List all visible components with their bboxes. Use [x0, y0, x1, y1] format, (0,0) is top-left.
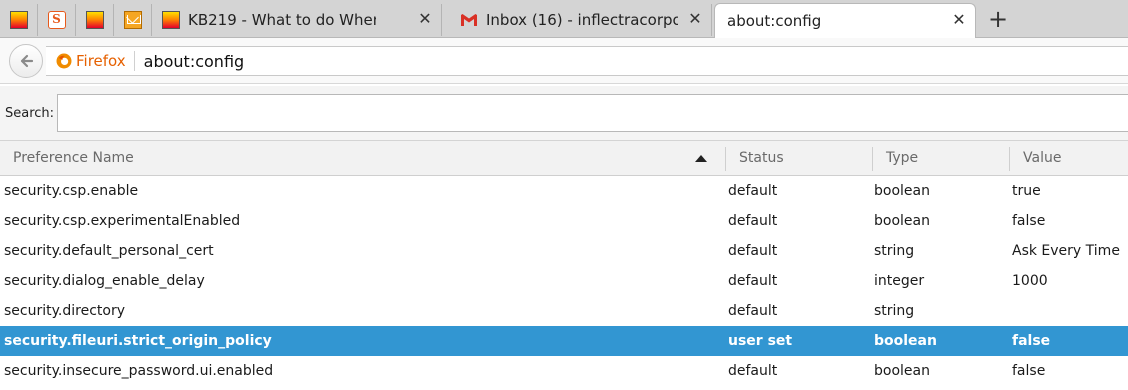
table-row-selected[interactable]: security.fileuri.strict_origin_policy us…	[0, 326, 1128, 356]
pref-name: security.csp.enable	[4, 183, 139, 199]
gmail-icon	[461, 14, 477, 26]
firefox-gradient-icon	[162, 11, 180, 29]
back-arrow-icon	[20, 54, 34, 68]
search-row: Search:	[0, 86, 1128, 140]
pinned-tab-4[interactable]	[114, 4, 152, 36]
mail-envelope-icon	[123, 11, 142, 29]
tab-about-config[interactable]: about:config ✕	[714, 3, 976, 38]
pref-status: default	[728, 183, 778, 199]
table-row[interactable]: security.insecure_password.ui.enabled de…	[0, 356, 1128, 386]
back-button[interactable]	[9, 44, 43, 78]
tab-inbox[interactable]: Inbox (16) - inflectracorpo... ✕	[450, 4, 712, 36]
pref-status: default	[728, 273, 778, 289]
search-label: Search:	[5, 106, 55, 121]
pref-type: boolean	[874, 183, 930, 199]
pref-type: boolean	[874, 363, 930, 379]
tab-title: KB219 - What to do When...	[188, 11, 376, 29]
pref-type: integer	[874, 273, 925, 289]
tab-title: Inbox (16) - inflectracorpo...	[486, 11, 678, 29]
pref-status: default	[728, 213, 778, 229]
sort-ascending-icon	[695, 155, 707, 162]
column-header-preference-name[interactable]: Preference Name	[0, 141, 712, 176]
table-header: Preference Name Status Type Value	[0, 140, 1128, 176]
pref-type: boolean	[874, 213, 930, 229]
table-row[interactable]: security.default_personal_cert default s…	[0, 236, 1128, 266]
pref-name: security.insecure_password.ui.enabled	[4, 363, 274, 379]
url-bar[interactable]: Firefox about:config	[46, 46, 1128, 76]
tab-title: about:config	[727, 12, 822, 30]
search-input[interactable]	[57, 94, 1128, 132]
new-tab-button[interactable]: +	[984, 6, 1012, 34]
table-row[interactable]: security.csp.enable default boolean true	[0, 176, 1128, 206]
identity-label[interactable]: Firefox	[76, 51, 135, 71]
table-row[interactable]: security.csp.experimentalEnabled default…	[0, 206, 1128, 236]
pref-value: false	[1012, 213, 1046, 229]
pref-value: true	[1012, 183, 1041, 199]
pref-status: default	[728, 363, 778, 379]
pref-type: string	[874, 243, 915, 259]
pref-status: default	[728, 303, 778, 319]
table-row[interactable]: security.dialog_enable_delay default int…	[0, 266, 1128, 296]
tab-kb219[interactable]: KB219 - What to do When... ✕	[152, 4, 442, 36]
close-icon[interactable]: ✕	[417, 11, 433, 27]
s-logo-icon: S	[47, 11, 66, 29]
table-row[interactable]: security.directory default string	[0, 296, 1128, 326]
preferences-table: Preference Name Status Type Value securi…	[0, 140, 1128, 386]
pref-status: default	[728, 243, 778, 259]
pref-type: string	[874, 303, 915, 319]
navigation-bar: Firefox about:config	[0, 38, 1128, 84]
pref-value: false	[1012, 333, 1051, 349]
firefox-logo-icon	[56, 53, 72, 69]
pinned-tab-1[interactable]	[0, 4, 38, 36]
pref-status: user set	[728, 333, 793, 349]
pref-type: boolean	[874, 333, 937, 349]
pref-name: security.fileuri.strict_origin_policy	[4, 333, 272, 349]
close-icon[interactable]: ✕	[951, 12, 967, 28]
pref-value: Ask Every Time	[1012, 243, 1120, 259]
firefox-gradient-icon	[9, 11, 28, 29]
firefox-gradient-icon	[85, 11, 104, 29]
pref-name: security.default_personal_cert	[4, 243, 214, 259]
pref-name: security.dialog_enable_delay	[4, 273, 205, 289]
pinned-tab-2[interactable]: S	[38, 4, 76, 36]
pinned-tab-3[interactable]	[76, 4, 114, 36]
pref-name: security.directory	[4, 303, 125, 319]
url-text[interactable]: about:config	[144, 52, 245, 71]
column-header-type[interactable]: Type	[873, 141, 1009, 176]
pref-value: false	[1012, 363, 1046, 379]
column-header-status[interactable]: Status	[726, 141, 872, 176]
tab-strip: S KB219 - What to do When... ✕ Inbox (16…	[0, 0, 1128, 38]
pref-name: security.csp.experimentalEnabled	[4, 213, 241, 229]
pref-value: 1000	[1012, 273, 1048, 289]
column-header-value[interactable]: Value	[1010, 141, 1128, 176]
close-icon[interactable]: ✕	[687, 11, 703, 27]
